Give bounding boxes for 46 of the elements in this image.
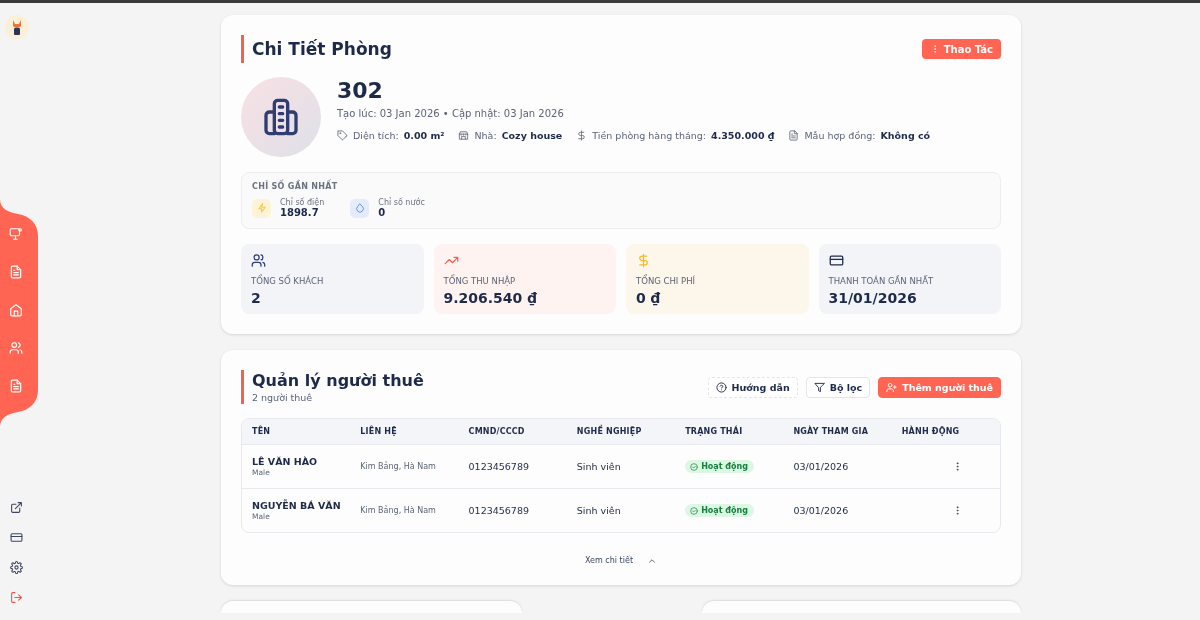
stat-value: 2 [251, 290, 262, 306]
status-badge: Hoạt động [685, 460, 754, 473]
column-header: TRẠNG THÁI [684, 427, 744, 436]
stat-value: 0 ₫ [636, 290, 662, 306]
table-cell-text: 0123456789 [467, 505, 530, 516]
table-cell-text: Kim Bảng, Hà Nam [359, 462, 437, 471]
column-header: CMND/CCCD [467, 427, 526, 436]
timestamps: Tạo lúc: 03 Jan 2026 • Cập nhật: 03 Jan 2026 [337, 108, 565, 119]
table-cell-text: Kim Bảng, Hà Nam [359, 506, 437, 515]
reading-value: 0 [378, 207, 387, 218]
filter-button[interactable]: Bộ lọc [805, 376, 871, 398]
attribute-label: Diện tích: [353, 130, 399, 141]
attribute-value: Không có [880, 130, 931, 141]
attribute-label: Tiền phòng hàng tháng: [592, 130, 706, 141]
stat-label: TỔNG SỐ KHÁCH [251, 276, 325, 286]
tenant-name: LÊ VĂN HÀO [252, 456, 319, 467]
reading-value: 1898.7 [280, 207, 320, 218]
attribute-label: Nhà: [474, 130, 497, 141]
table-cell-text: Sinh viên [575, 461, 622, 472]
tenant-name: NGUYỄN BÁ VĂN [252, 500, 342, 511]
view-details-link[interactable]: Xem chi tiết [578, 550, 664, 571]
column-header: HÀNH ĐỘNG [900, 427, 961, 436]
guide-button[interactable]: Hướng dẫn [707, 376, 798, 398]
column-header: TÊN [251, 427, 272, 436]
attribute-value: 0.00 m² [403, 130, 445, 141]
stat-label: TỔNG THU NHẬP [443, 276, 517, 286]
column-header: NGÀY THAM GIA [792, 427, 870, 436]
reading-label: Chỉ số điện [280, 198, 325, 207]
table-cell-text: Sinh viên [575, 505, 622, 516]
stat-value: 9.206.540 ₫ [443, 290, 538, 306]
attribute-value: Cozy house [501, 130, 563, 141]
stat-label: THANH TOÁN GẦN NHẤT [828, 276, 935, 286]
reading-label: Chỉ số nước [378, 198, 425, 207]
attribute-label: Mẫu hợp đồng: [804, 130, 876, 141]
card-title: Chi Tiết Phòng [241, 35, 392, 63]
table-cell-text: 0123456789 [467, 461, 530, 472]
status-badge: Hoạt động [685, 504, 754, 517]
room-number: 302 [337, 78, 384, 103]
stat-label: TỔNG CHI PHÍ [636, 276, 697, 286]
stat-value: 31/01/2026 [828, 290, 918, 306]
table-cell-text: 03/01/2026 [792, 505, 850, 516]
table-cell-text: 03/01/2026 [792, 461, 850, 472]
attribute-value: 4.350.000 ₫ [711, 130, 775, 141]
tenant-count: 2 người thuê [252, 392, 314, 403]
section-title: Quản lý người thuê [252, 371, 424, 390]
column-header: LIÊN HỆ [359, 427, 398, 436]
